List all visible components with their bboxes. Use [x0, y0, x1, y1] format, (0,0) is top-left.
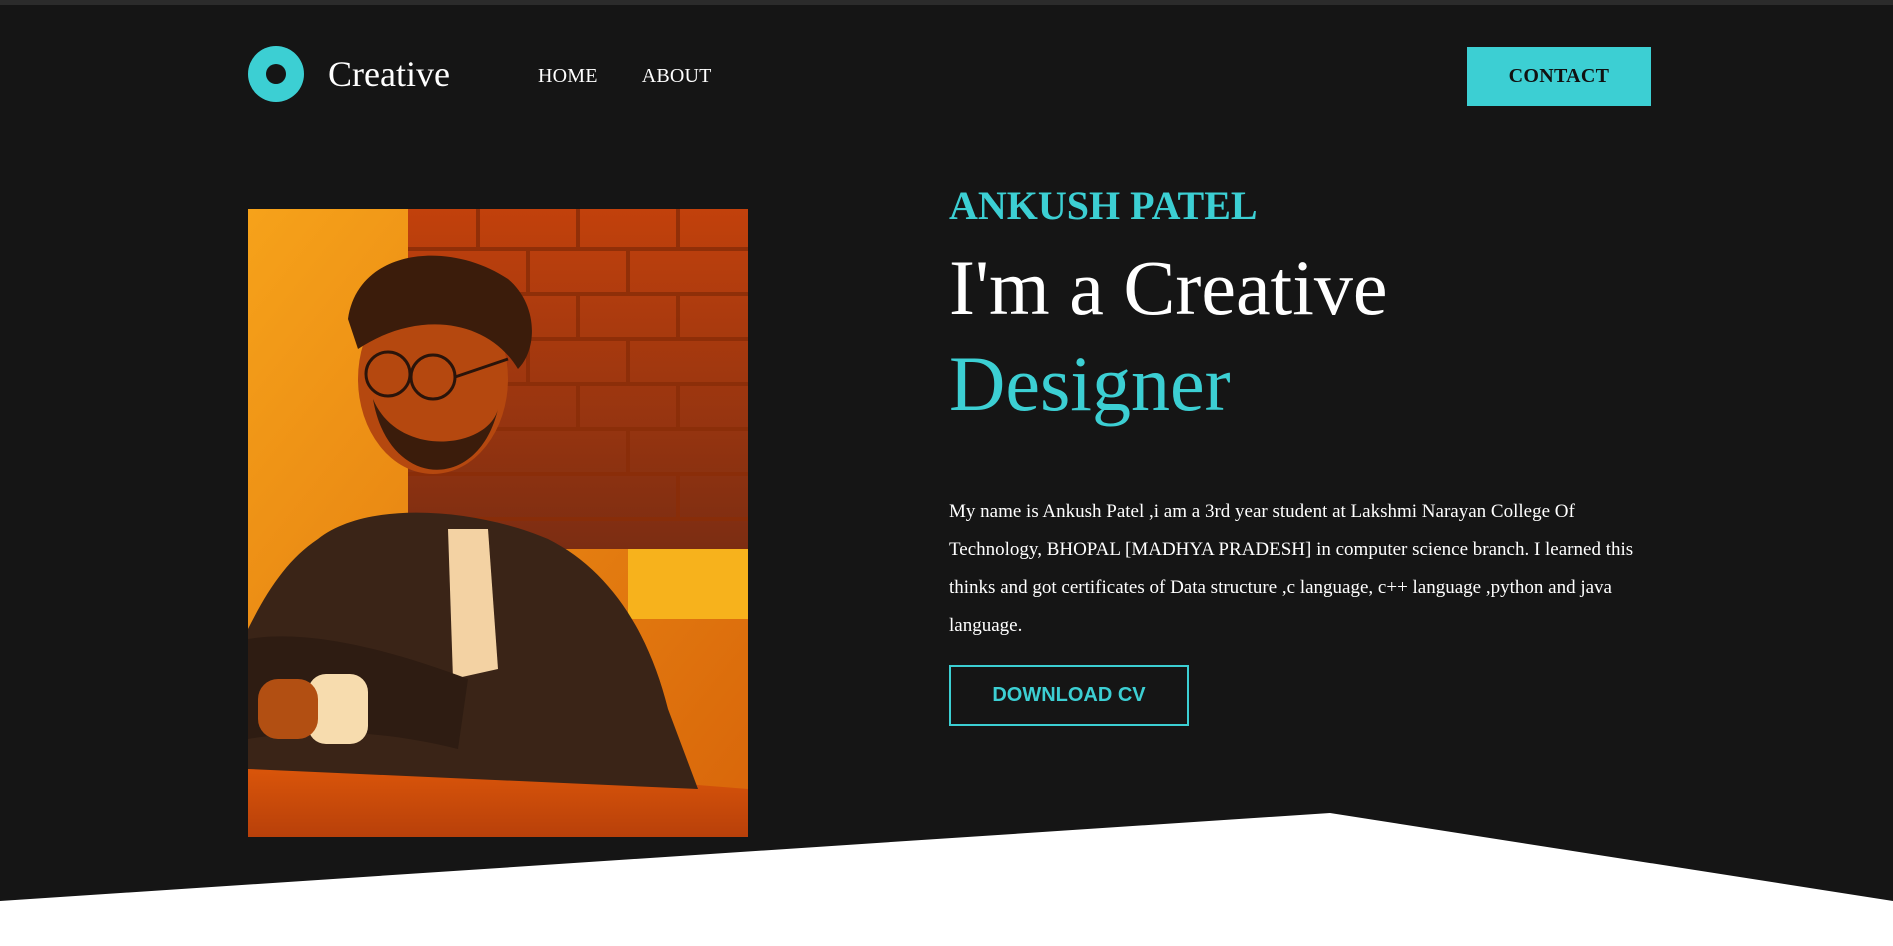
headline-line-2: Designer — [949, 340, 1231, 427]
download-cv-button[interactable]: DOWNLOAD CV — [949, 665, 1189, 726]
profile-photo — [248, 209, 748, 837]
brand[interactable]: Creative — [248, 46, 450, 102]
nav-about-link[interactable]: ABOUT — [642, 65, 712, 88]
top-border — [0, 0, 1893, 5]
bio-paragraph: My name is Ankush Patel ,i am a 3rd year… — [949, 501, 1634, 636]
profile-name: ANKUSH PATEL — [949, 183, 1258, 228]
brand-name: Creative — [328, 54, 450, 94]
headline-line-1: I'm a Creative — [949, 244, 1388, 331]
contact-button[interactable]: CONTACT — [1467, 47, 1651, 106]
ring-logo-icon — [248, 46, 304, 102]
nav-home-link[interactable]: HOME — [538, 65, 598, 88]
main-nav: HOME ABOUT — [538, 65, 712, 88]
